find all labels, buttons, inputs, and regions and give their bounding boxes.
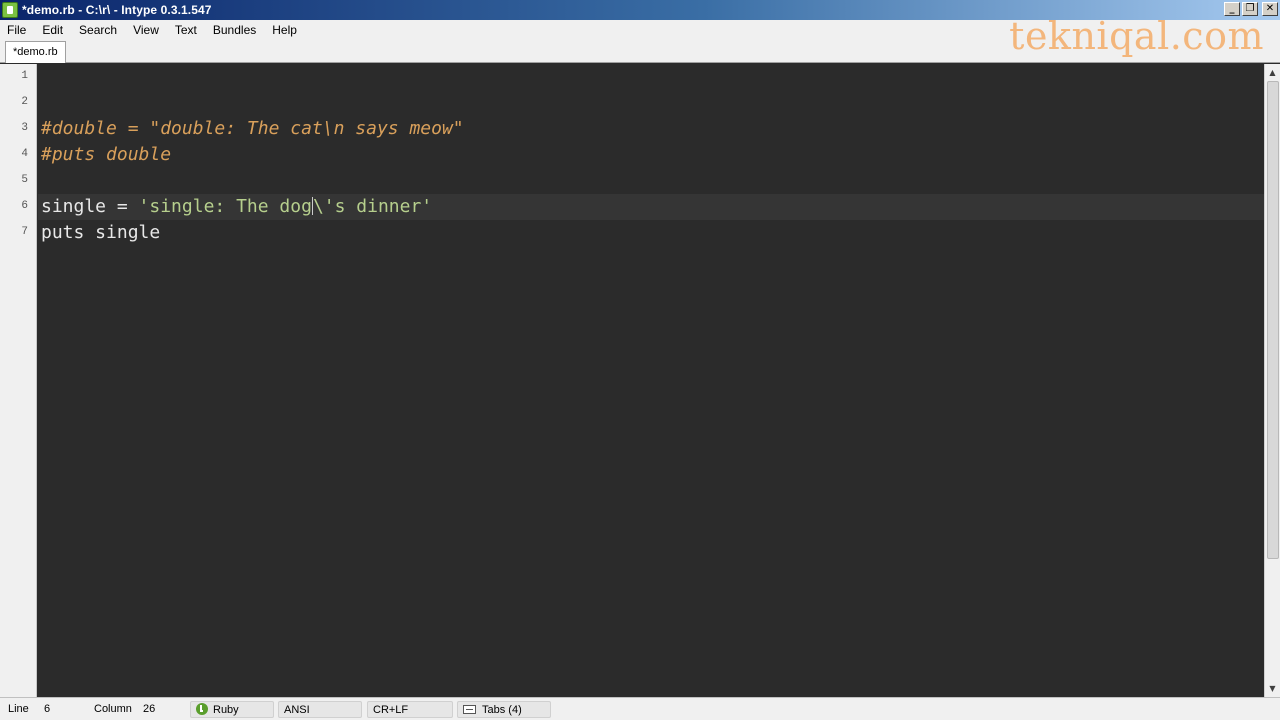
language-label: Ruby: [213, 704, 239, 716]
code-token-ident: puts single: [41, 222, 161, 243]
menu-help[interactable]: Help: [264, 23, 305, 37]
line-number: 2: [21, 96, 28, 108]
code-line-current[interactable]: single = 'single: The dog\'s dinner': [38, 194, 1264, 220]
watermark: tekniqal.com: [1009, 14, 1264, 58]
code-token-string: \'s dinner': [312, 196, 433, 217]
language-selector[interactable]: Ruby: [190, 701, 274, 718]
line-number: 1: [21, 70, 28, 82]
code-line[interactable]: [38, 64, 1264, 90]
ruby-icon: [196, 703, 208, 715]
code-token-string: 'single: The dog: [138, 196, 312, 217]
menu-search[interactable]: Search: [71, 23, 125, 37]
scroll-down-icon[interactable]: ▼: [1265, 682, 1280, 696]
tabs-icon: [463, 705, 476, 714]
line-number: 7: [21, 226, 28, 238]
vertical-scrollbar[interactable]: ▲ ▼: [1264, 64, 1280, 697]
code-line[interactable]: puts single: [38, 220, 1264, 246]
code-line[interactable]: [38, 90, 1264, 116]
column-label: Column: [94, 703, 132, 715]
status-bar: Line 6 Column 26 Ruby ANSI CR+LF Tabs (4…: [0, 697, 1280, 720]
line-label: Line: [8, 703, 29, 715]
scroll-up-icon[interactable]: ▲: [1265, 66, 1280, 80]
line-number: 5: [21, 174, 28, 186]
indentation-selector[interactable]: Tabs (4): [457, 701, 551, 718]
line-value: 6: [44, 703, 51, 715]
indentation-label: Tabs (4): [482, 704, 522, 716]
line-endings-selector[interactable]: CR+LF: [367, 701, 453, 718]
line-endings-label: CR+LF: [373, 704, 409, 716]
code-line[interactable]: [38, 168, 1264, 194]
code-line[interactable]: #puts double: [38, 142, 1264, 168]
line-number-gutter: 1 2 3 4 5 6 7: [0, 64, 37, 697]
code-line[interactable]: #double = "double: The cat\n says meow": [38, 116, 1264, 142]
menu-file[interactable]: File: [0, 23, 34, 37]
code-text-area[interactable]: #double = "double: The cat\n says meow" #…: [38, 64, 1264, 697]
scroll-thumb[interactable]: [1267, 81, 1279, 559]
tab-demo-rb[interactable]: *demo.rb: [5, 41, 66, 63]
menu-view[interactable]: View: [125, 23, 167, 37]
menu-bundles[interactable]: Bundles: [205, 23, 264, 37]
window-title: *demo.rb - C:\r\ - Intype 0.3.1.547: [22, 3, 212, 17]
close-button[interactable]: ✕: [1262, 2, 1278, 16]
menu-edit[interactable]: Edit: [34, 23, 71, 37]
editor: 1 2 3 4 5 6 7 #double = "double: The cat…: [0, 64, 1280, 697]
line-number: 4: [21, 148, 28, 160]
code-token-comment: #double = "double: The cat\n says meow": [41, 118, 464, 139]
encoding-selector[interactable]: ANSI: [278, 701, 362, 718]
column-value: 26: [143, 703, 156, 715]
code-token-comment: #puts double: [41, 144, 172, 165]
code-token-ident: single =: [41, 196, 139, 217]
line-number: 3: [21, 122, 28, 134]
menu-text[interactable]: Text: [167, 23, 205, 37]
line-number: 6: [21, 200, 28, 212]
encoding-label: ANSI: [284, 704, 310, 716]
intype-app-icon[interactable]: [2, 2, 18, 18]
